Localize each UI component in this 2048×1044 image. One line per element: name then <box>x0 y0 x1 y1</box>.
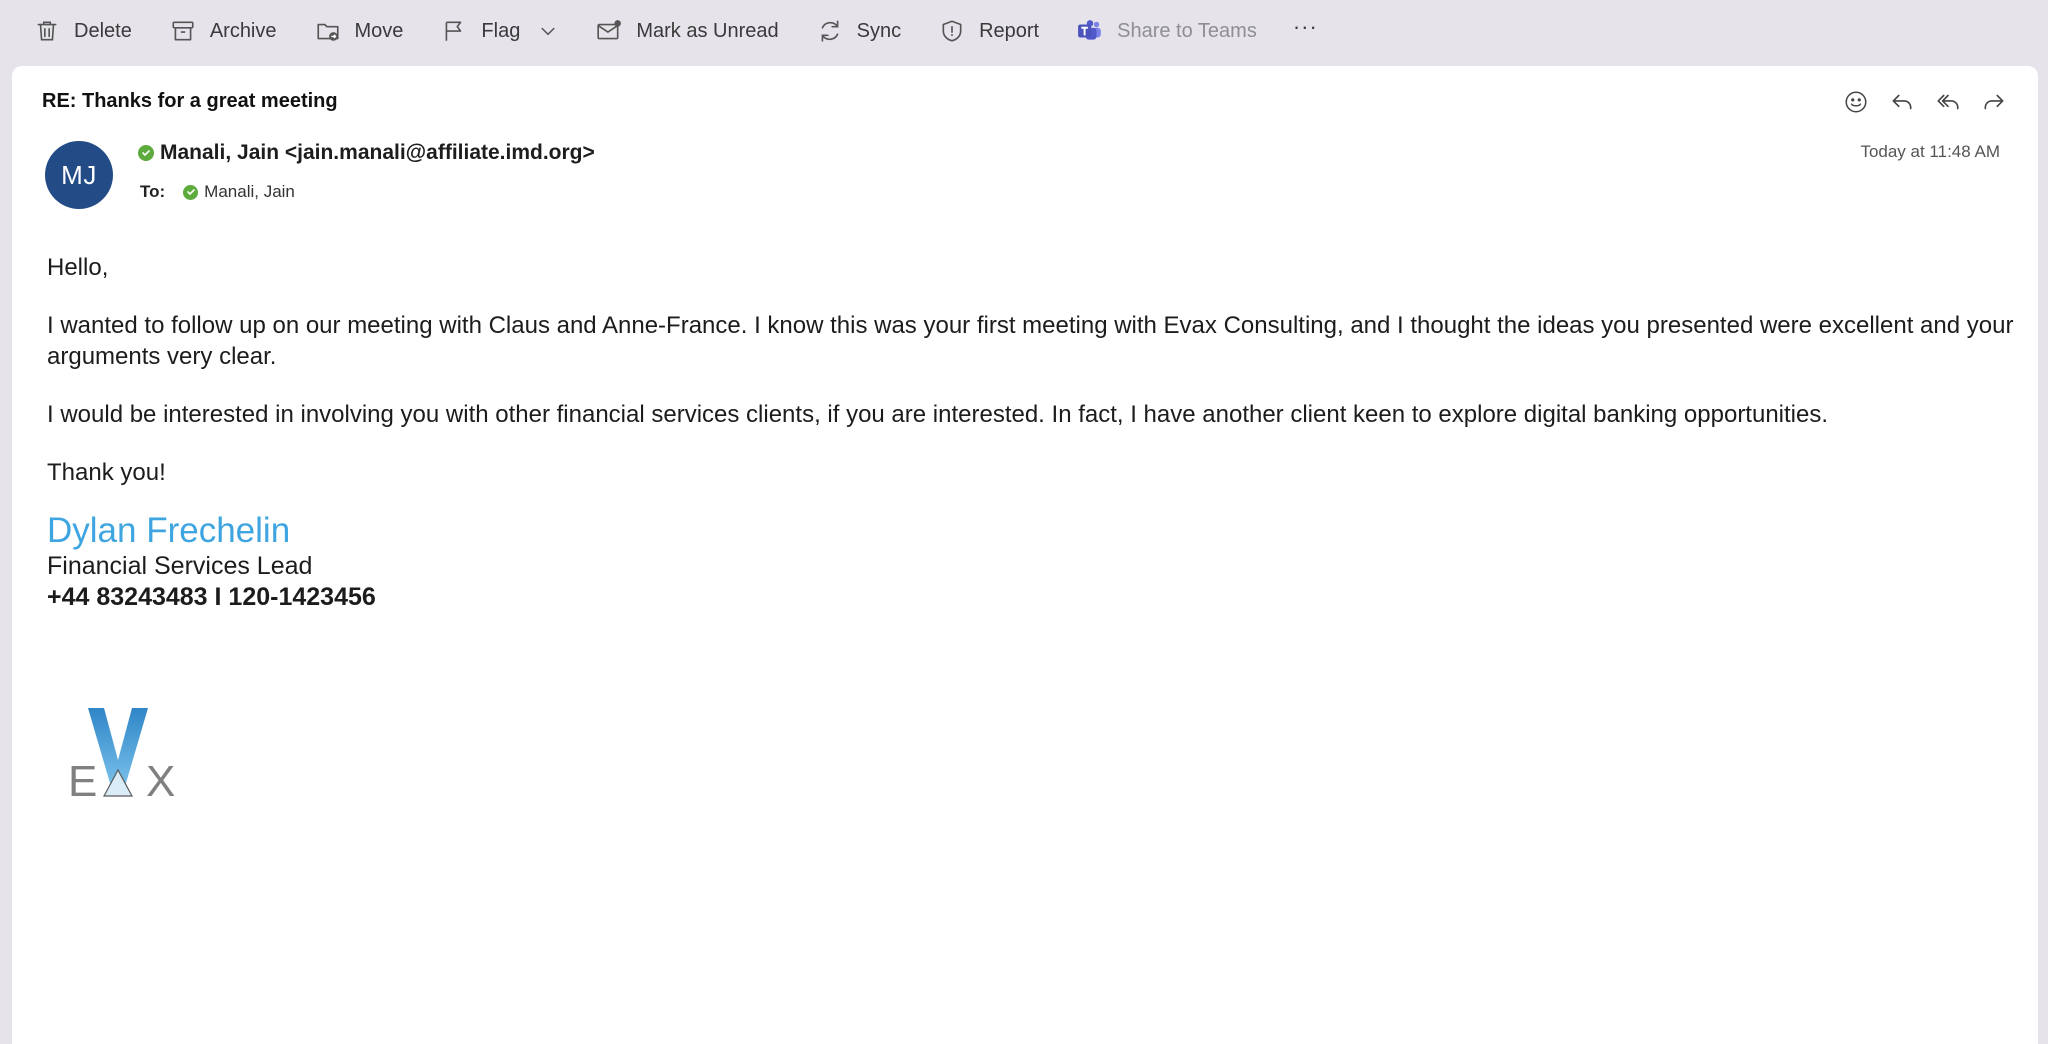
reply-icon <box>1892 94 1912 110</box>
trash-icon <box>37 21 57 41</box>
reply-all-icon <box>1937 94 1959 110</box>
body-paragraph: I wanted to follow up on our meeting wit… <box>47 312 2014 370</box>
share-to-teams-button[interactable]: Share to Teams <box>1065 9 1269 53</box>
flag-button[interactable]: Flag <box>429 9 570 53</box>
archive-label: Archive <box>209 19 277 42</box>
signature-title: Financial Services Lead <box>47 552 313 580</box>
evax-logo: E X <box>68 708 175 800</box>
move-button[interactable]: Move <box>303 9 416 53</box>
to-label: To: <box>140 182 166 201</box>
report-button[interactable]: Report <box>927 9 1051 53</box>
flag-label: Flag <box>481 19 521 42</box>
flag-icon <box>446 21 462 41</box>
shield-icon <box>942 20 962 42</box>
recipients-line: To: Manali, Jain <box>140 182 295 202</box>
teams-icon <box>1078 20 1101 40</box>
sender-line: Manali, Jain <jain.manali@affiliate.imd.… <box>138 141 595 165</box>
delete-label: Delete <box>74 19 132 42</box>
svg-text:E: E <box>68 757 97 800</box>
move-label: Move <box>354 19 404 42</box>
delete-button[interactable]: Delete <box>22 9 144 53</box>
emoji-reaction-button[interactable] <box>1840 86 1872 118</box>
forward-button[interactable] <box>1978 86 2010 118</box>
more-options-button[interactable]: ··· <box>1283 14 1328 40</box>
body-closing: Thank you! <box>47 459 166 486</box>
archive-box-icon <box>172 21 194 41</box>
message-timestamp: Today at 11:48 AM <box>1860 142 2000 161</box>
message-actions <box>1840 86 2010 118</box>
archive-button[interactable]: Archive <box>158 9 289 53</box>
sync-button[interactable]: Sync <box>805 9 913 53</box>
chevron-down-icon[interactable] <box>538 21 558 41</box>
report-label: Report <box>979 19 1040 42</box>
message-toolbar: Delete Archive Move Flag Mark as Unread … <box>0 0 2048 62</box>
svg-text:X: X <box>146 757 175 800</box>
reply-button[interactable] <box>1886 86 1918 118</box>
signature-name: Dylan Frechelin <box>47 511 291 550</box>
folder-move-icon <box>316 23 339 41</box>
reading-pane: RE: Thanks for a great meeting MJ Manali… <box>12 66 2038 1044</box>
envelope-icon <box>597 20 622 40</box>
sender-avatar[interactable]: MJ <box>45 141 113 209</box>
recipient-name[interactable]: Manali, Jain <box>204 182 295 202</box>
mark-unread-label: Mark as Unread <box>636 19 779 42</box>
message-subject: RE: Thanks for a great meeting <box>42 90 338 112</box>
mark-unread-button[interactable]: Mark as Unread <box>584 9 790 53</box>
presence-available-icon <box>183 184 199 200</box>
share-teams-label: Share to Teams <box>1117 19 1257 42</box>
reply-all-button[interactable] <box>1932 86 1964 118</box>
signature-phone: +44 83243483 I 120-1423456 <box>47 583 376 611</box>
sync-icon <box>821 20 839 42</box>
presence-available-icon <box>138 145 154 161</box>
body-greeting: Hello, <box>47 254 109 281</box>
message-body: Hello, I wanted to follow up on our meet… <box>47 252 2027 613</box>
body-paragraph: I would be interested in involving you w… <box>47 401 1829 428</box>
smiley-icon <box>1845 91 1867 113</box>
forward-icon <box>1984 94 2004 110</box>
sender-name[interactable]: Manali, Jain <jain.manali@affiliate.imd.… <box>160 141 595 165</box>
sync-label: Sync <box>856 19 902 42</box>
